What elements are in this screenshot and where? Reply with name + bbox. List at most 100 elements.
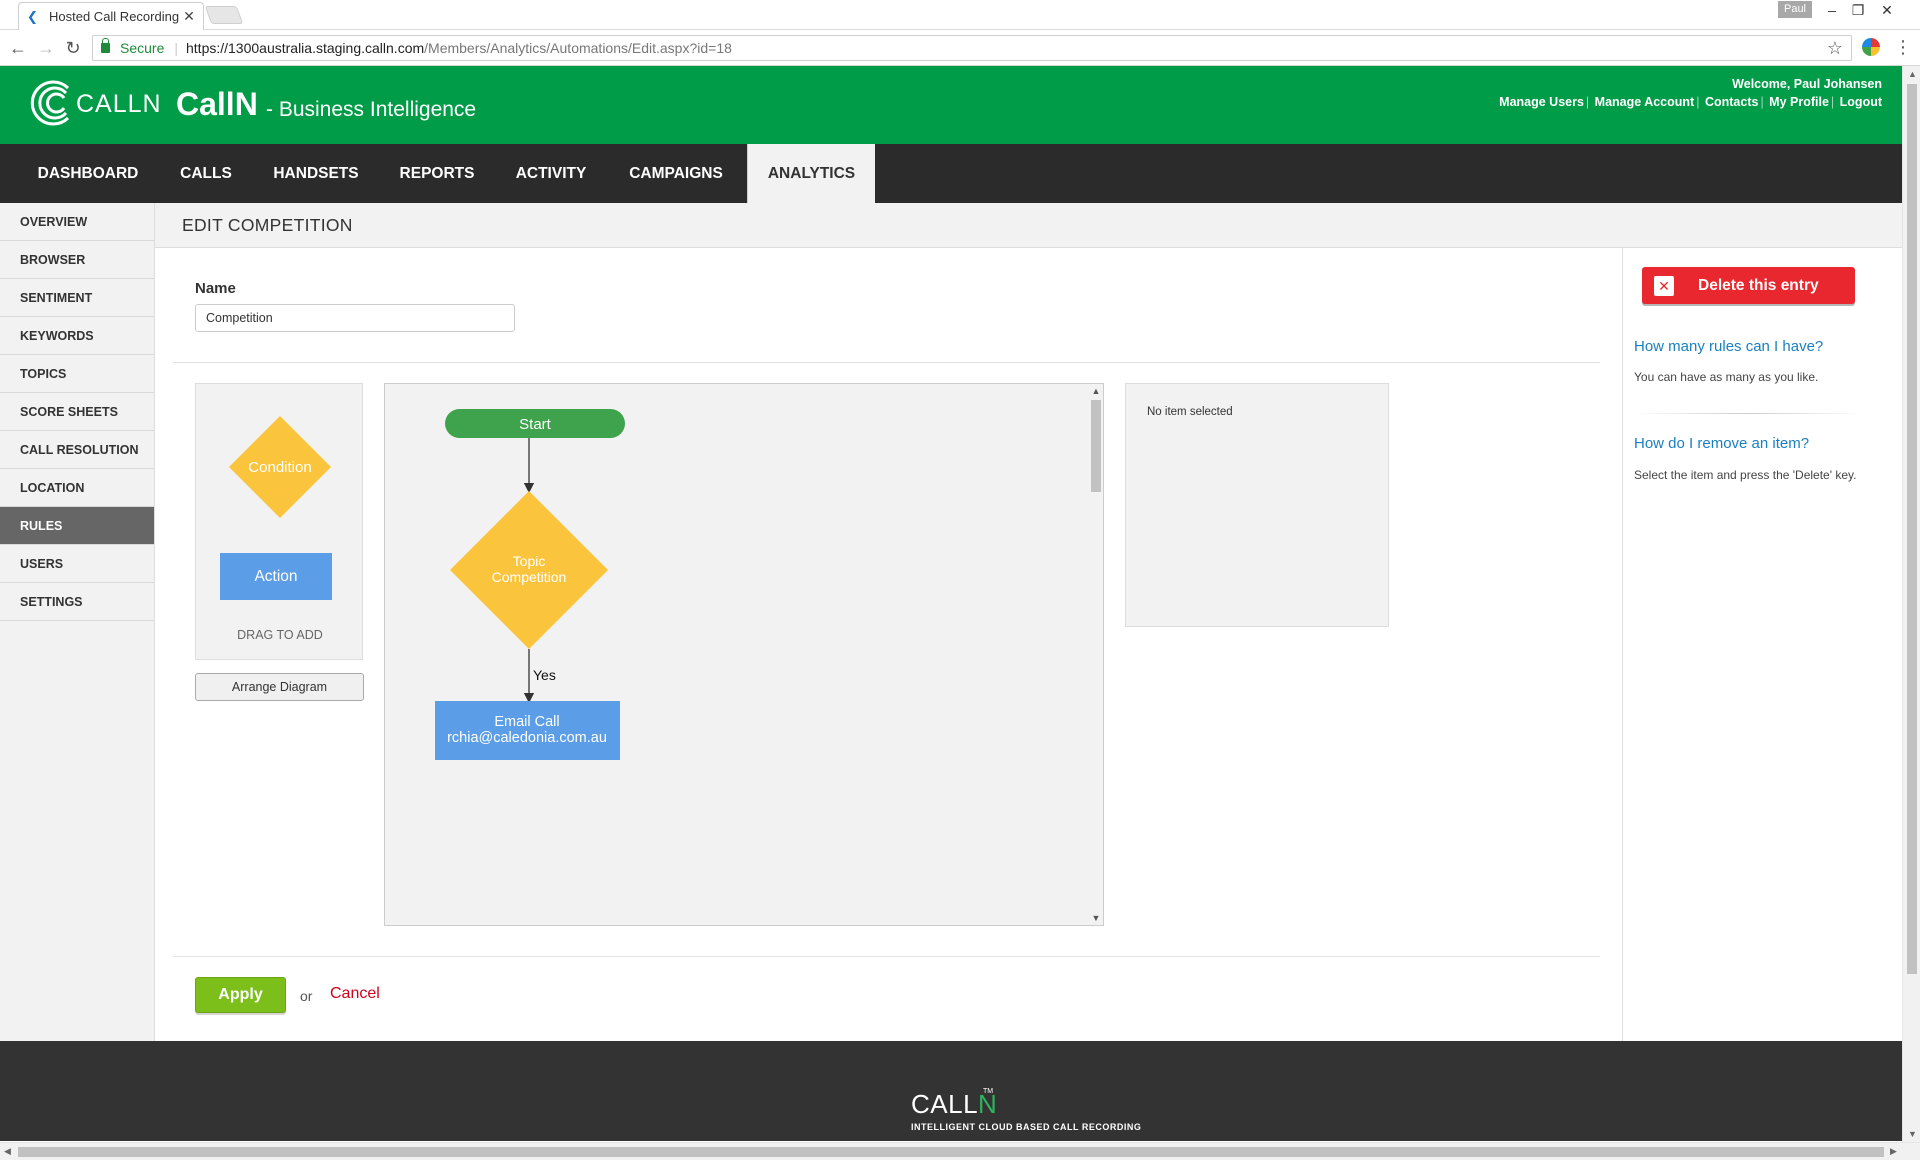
action-node-line1: Email Call — [494, 714, 559, 730]
condition-palette-label: Condition — [248, 459, 311, 476]
page-scroll-right-icon[interactable]: ▶ — [1890, 1146, 1897, 1157]
minimize-icon[interactable]: – — [1819, 0, 1845, 20]
nav-handsets[interactable]: HANDSETS — [261, 144, 371, 203]
sidebar-item-users[interactable]: USERS — [0, 545, 154, 583]
help-answer-remove-item: Select the item and press the 'Delete' k… — [1634, 468, 1857, 482]
cancel-link[interactable]: Cancel — [330, 985, 380, 1003]
sidebar-item-sentiment[interactable]: SENTIMENT — [0, 279, 154, 317]
name-input[interactable] — [195, 304, 515, 332]
no-selection-text: No item selected — [1147, 406, 1233, 418]
my-profile-link[interactable]: My Profile — [1769, 95, 1829, 109]
manage-account-link[interactable]: Manage Account — [1595, 95, 1695, 109]
sidebar-item-score-sheets[interactable]: SCORE SHEETS — [0, 393, 154, 431]
help-divider — [1634, 413, 1864, 414]
drag-hint: DRAG TO ADD — [237, 628, 323, 642]
rule-diagram: Start Topic Competition Yes Email Call r… — [435, 409, 625, 760]
delete-entry-label: Delete this entry — [1698, 276, 1819, 294]
contacts-link[interactable]: Contacts — [1705, 95, 1758, 109]
main-nav: DASHBOARD CALLS HANDSETS REPORTS ACTIVIT… — [0, 144, 1902, 203]
browser-tab-strip: ❮ Hosted Call Recording | C ✕ Paul – ❐ ✕ — [0, 0, 1920, 30]
scroll-down-icon[interactable]: ▼ — [1091, 913, 1101, 923]
help-panel: ✕ Delete this entry How many rules can I… — [1622, 248, 1902, 1041]
sidebar-item-settings[interactable]: SETTINGS — [0, 583, 154, 621]
arrange-diagram-button[interactable]: Arrange Diagram — [195, 673, 364, 701]
sidebar-item-call-resolution[interactable]: CALL RESOLUTION — [0, 431, 154, 469]
url-host: https://1300australia.staging.calln.com — [186, 40, 425, 56]
brand-subtitle: - Business Intelligence — [266, 98, 477, 121]
new-tab-button[interactable] — [204, 6, 244, 24]
sidebar-item-rules[interactable]: RULES — [0, 507, 154, 545]
page-horizontal-thumb[interactable] — [18, 1147, 1884, 1157]
condition-node[interactable]: Topic Competition — [450, 491, 608, 649]
address-bar[interactable]: Secure | https://1300australia.staging.c… — [92, 35, 1852, 61]
manage-users-link[interactable]: Manage Users — [1499, 95, 1584, 109]
page-vertical-scrollbar[interactable]: ▲ ▼ — [1902, 66, 1920, 1142]
sidebar-item-topics[interactable]: TOPICS — [0, 355, 154, 393]
logout-link[interactable]: Logout — [1840, 95, 1882, 109]
diagram-canvas[interactable]: Start Topic Competition Yes Email Call r… — [384, 383, 1104, 926]
close-window-icon[interactable]: ✕ — [1874, 0, 1900, 20]
reload-icon[interactable]: ↻ — [63, 38, 83, 58]
help-question-rules-count[interactable]: How many rules can I have? — [1634, 338, 1823, 355]
condition-node-line2: Competition — [492, 569, 567, 585]
yes-label: Yes — [533, 667, 556, 683]
nav-dashboard[interactable]: DASHBOARD — [22, 144, 154, 203]
tab-title: Hosted Call Recording | C — [49, 9, 181, 24]
sidebar-item-keywords[interactable]: KEYWORDS — [0, 317, 154, 355]
close-icon: ✕ — [1654, 275, 1674, 296]
bookmark-star-icon[interactable]: ☆ — [1827, 38, 1843, 59]
page-scroll-left-icon[interactable]: ◀ — [4, 1146, 11, 1157]
logo-wordmark[interactable]: CALLN — [76, 90, 162, 119]
help-question-remove-item[interactable]: How do I remove an item? — [1634, 435, 1809, 452]
back-icon[interactable]: ← — [8, 38, 28, 58]
canvas-scrollbar[interactable]: ▲ ▼ — [1089, 384, 1103, 925]
extension-icon[interactable] — [1862, 38, 1880, 56]
edit-rule-form: Name Condition Action DRAG TO ADD Arrang… — [155, 248, 1622, 1041]
forward-icon[interactable]: → — [36, 38, 56, 58]
action-palette-shape[interactable]: Action — [220, 553, 332, 600]
analytics-sidebar: OVERVIEW BROWSER SENTIMENT KEYWORDS TOPI… — [0, 203, 155, 1041]
secure-label: Secure — [120, 40, 165, 56]
action-node-line2: rchia@caledonia.com.au — [447, 730, 607, 746]
address-separator: | — [174, 40, 178, 56]
page-vertical-thumb[interactable] — [1907, 84, 1917, 974]
sidebar-item-location[interactable]: LOCATION — [0, 469, 154, 507]
footer-logo-call: CALL — [911, 1089, 979, 1119]
start-node[interactable]: Start — [445, 409, 625, 438]
site-footer: CALLN TM INTELLIGENT CLOUD BASED CALL RE… — [0, 1041, 1902, 1141]
site-favicon-icon: ❮ — [27, 8, 38, 24]
or-text: or — [300, 988, 313, 1004]
page-title: EDIT COMPETITION — [182, 215, 353, 235]
browser-menu-icon[interactable]: ⋮ — [1894, 37, 1912, 58]
sidebar-item-browser[interactable]: BROWSER — [0, 241, 154, 279]
footer-trademark: TM — [983, 1088, 994, 1095]
apply-button[interactable]: Apply — [195, 977, 286, 1013]
calln-logo-icon[interactable] — [30, 78, 80, 128]
restore-icon[interactable]: ❐ — [1845, 0, 1871, 20]
action-node[interactable]: Email Call rchia@caledonia.com.au — [435, 701, 620, 760]
page-scroll-up-icon[interactable]: ▲ — [1908, 69, 1917, 79]
browser-tab[interactable]: ❮ Hosted Call Recording | C ✕ — [18, 2, 204, 30]
site-header: CALLN CallN - Business Intelligence Welc… — [0, 66, 1902, 144]
tab-close-icon[interactable]: ✕ — [181, 8, 197, 25]
nav-campaigns[interactable]: CAMPAIGNS — [614, 144, 738, 203]
delete-entry-button[interactable]: ✕ Delete this entry — [1642, 267, 1855, 304]
nav-reports[interactable]: REPORTS — [383, 144, 491, 203]
nav-analytics[interactable]: ANALYTICS — [747, 144, 875, 203]
shape-palette: Condition Action DRAG TO ADD — [195, 383, 363, 660]
scroll-up-icon[interactable]: ▲ — [1091, 386, 1101, 396]
canvas-scroll-thumb[interactable] — [1091, 400, 1101, 492]
divider — [173, 956, 1600, 957]
condition-palette-shape[interactable]: Condition — [229, 416, 331, 518]
window-user-badge[interactable]: Paul — [1778, 1, 1812, 18]
divider — [173, 362, 1600, 363]
nav-activity[interactable]: ACTIVITY — [501, 144, 601, 203]
page-scroll-down-icon[interactable]: ▼ — [1908, 1129, 1917, 1139]
account-links: Manage Users | Manage Account | Contacts | … — [1499, 95, 1882, 109]
page-heading-bar: EDIT COMPETITION — [155, 203, 1902, 248]
welcome-text: Welcome, Paul Johansen — [1732, 77, 1882, 91]
brand-title: CallN — [176, 86, 258, 122]
nav-calls[interactable]: CALLS — [163, 144, 249, 203]
sidebar-item-overview[interactable]: OVERVIEW — [0, 203, 154, 241]
page-horizontal-scrollbar[interactable]: ◀ ▶ — [0, 1142, 1920, 1160]
